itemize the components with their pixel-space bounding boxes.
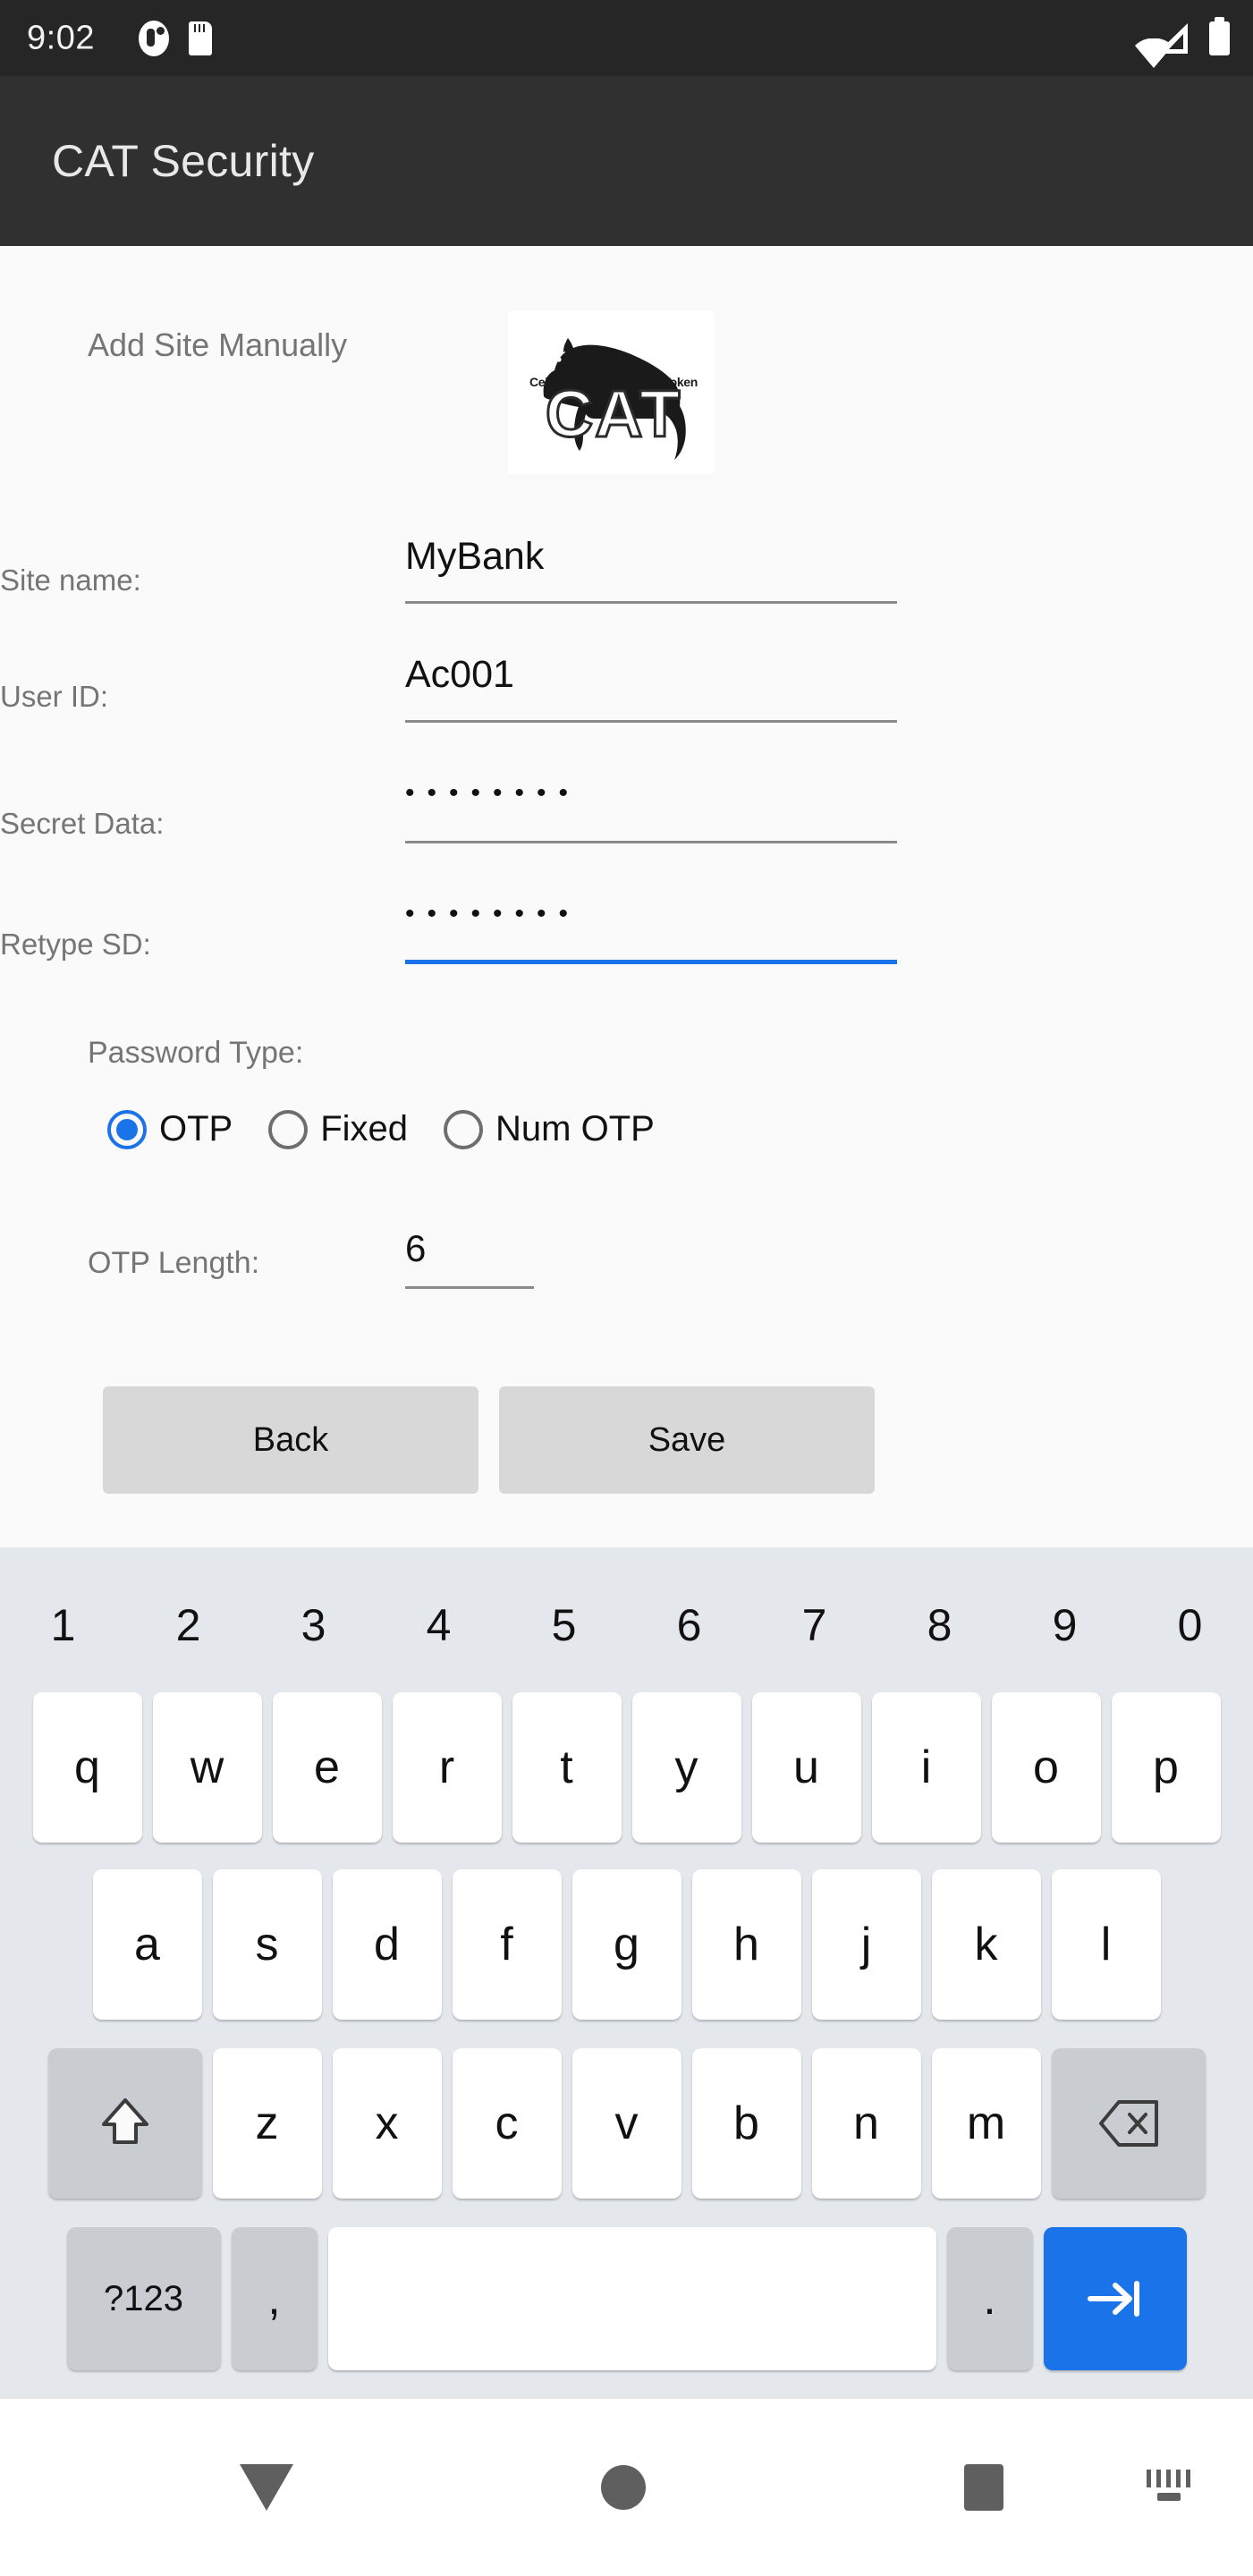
key-y[interactable]: y (631, 1692, 741, 1843)
key-1[interactable]: 1 (1, 1579, 126, 1673)
back-button[interactable]: Back (103, 1386, 478, 1494)
space-key[interactable] (327, 2227, 936, 2370)
key-f[interactable]: f (452, 1869, 562, 2020)
save-button[interactable]: Save (499, 1386, 875, 1494)
underline-user-id (405, 720, 897, 723)
label-retype-sd: Retype SD: (0, 928, 151, 961)
switch-keyboard-icon[interactable] (1147, 2470, 1193, 2505)
key-l[interactable]: l (1051, 1869, 1161, 2020)
next-arrow-icon[interactable] (1043, 2227, 1187, 2370)
shift-icon[interactable] (47, 2048, 202, 2199)
key-5[interactable]: 5 (502, 1579, 627, 1673)
key-t[interactable]: t (512, 1692, 622, 1843)
recents-icon[interactable] (964, 2464, 1003, 2511)
key-8[interactable]: 8 (877, 1579, 1003, 1673)
app-screen: 9:02 CAT Security Add Site Manually Cell… (0, 0, 1253, 2576)
key-g[interactable]: g (571, 1869, 682, 2020)
on-screen-keyboard: 1 2 3 4 5 6 7 8 9 0 q w e r t y u i o p … (0, 1547, 1253, 2397)
status-bar-left-icons (139, 20, 212, 56)
sd-card-icon (189, 21, 212, 55)
radio-circle-fixed[interactable] (268, 1109, 309, 1149)
cat-logo: Cellular Authentication Token CAT (508, 311, 714, 474)
keyboard-bottom-row: ?123 , . (0, 2227, 1253, 2370)
underline-otp-length (405, 1286, 534, 1289)
radio-group-password-type: OTP Fixed Num OTP (107, 1109, 690, 1149)
label-password-type: Password Type: (88, 1036, 304, 1070)
key-2[interactable]: 2 (126, 1579, 251, 1673)
radio-label-num-otp: Num OTP (495, 1109, 655, 1148)
symbols-key[interactable]: ?123 (66, 2227, 221, 2370)
key-9[interactable]: 9 (1003, 1579, 1128, 1673)
key-p[interactable]: p (1111, 1692, 1221, 1843)
underline-site-name (405, 601, 897, 604)
input-secret-data[interactable]: •••••••• (405, 778, 580, 809)
radio-circle-num-otp[interactable] (444, 1109, 484, 1149)
underline-secret-data (405, 841, 897, 843)
input-user-id[interactable]: Ac001 (405, 653, 514, 697)
svg-text:CAT: CAT (546, 377, 682, 451)
comma-key[interactable]: , (231, 2227, 317, 2370)
key-r[interactable]: r (392, 1692, 502, 1843)
key-n[interactable]: n (811, 2048, 921, 2199)
period-key[interactable]: . (946, 2227, 1033, 2370)
radio-option-fixed[interactable]: Fixed (268, 1109, 408, 1149)
radio-label-fixed: Fixed (320, 1109, 409, 1148)
key-0[interactable]: 0 (1128, 1579, 1253, 1673)
section-title: Add Site Manually (88, 326, 348, 363)
status-bar: 9:02 (0, 0, 1253, 76)
home-icon[interactable] (601, 2465, 646, 2510)
status-bar-clock: 9:02 (27, 19, 95, 56)
key-q[interactable]: q (32, 1692, 142, 1843)
keyboard-number-row: 1 2 3 4 5 6 7 8 9 0 (0, 1579, 1253, 1673)
label-otp-length: OTP Length: (88, 1246, 260, 1280)
radio-circle-otp[interactable] (107, 1109, 147, 1149)
key-e[interactable]: e (272, 1692, 382, 1843)
key-h[interactable]: h (691, 1869, 801, 2020)
navigation-bar (0, 2397, 1253, 2576)
key-k[interactable]: k (931, 1869, 1041, 2020)
radio-option-num-otp[interactable]: Num OTP (444, 1109, 655, 1149)
key-a[interactable]: a (92, 1869, 202, 2020)
cellular-signal-icon (1154, 21, 1190, 55)
key-b[interactable]: b (691, 2048, 801, 2199)
key-d[interactable]: d (332, 1869, 442, 2020)
backspace-icon[interactable] (1051, 2048, 1206, 2199)
key-o[interactable]: o (991, 1692, 1101, 1843)
app-bar: CAT Security (0, 76, 1253, 246)
key-j[interactable]: j (811, 1869, 921, 2020)
key-v[interactable]: v (571, 2048, 682, 2199)
input-retype-sd[interactable]: •••••••• (405, 899, 580, 929)
clock-icon (139, 20, 169, 56)
key-7[interactable]: 7 (752, 1579, 877, 1673)
radio-option-otp[interactable]: OTP (107, 1109, 233, 1149)
status-bar-right-icons (1134, 16, 1230, 68)
collapse-keyboard-icon[interactable] (240, 2464, 293, 2511)
label-site-name: Site name: (0, 564, 141, 597)
battery-icon (1209, 16, 1230, 55)
key-i[interactable]: i (871, 1692, 981, 1843)
key-m[interactable]: m (931, 2048, 1041, 2199)
key-u[interactable]: u (751, 1692, 861, 1843)
input-site-name[interactable]: MyBank (405, 535, 544, 579)
app-title: CAT Security (52, 136, 315, 186)
label-user-id: User ID: (0, 680, 109, 713)
keyboard-row-asdf: a s d f g h j k l (0, 1869, 1253, 2020)
keyboard-row-qwerty: q w e r t y u i o p (0, 1692, 1253, 1843)
key-w[interactable]: w (152, 1692, 262, 1843)
label-secret-data: Secret Data: (0, 807, 165, 840)
key-3[interactable]: 3 (251, 1579, 377, 1673)
key-s[interactable]: s (212, 1869, 322, 2020)
input-otp-length[interactable]: 6 (405, 1227, 426, 1270)
key-4[interactable]: 4 (377, 1579, 502, 1673)
keyboard-row-zxcv: z x c v b n m (0, 2048, 1253, 2199)
key-z[interactable]: z (212, 2048, 322, 2199)
key-c[interactable]: c (452, 2048, 562, 2199)
radio-label-otp: OTP (159, 1109, 233, 1148)
key-6[interactable]: 6 (627, 1579, 752, 1673)
key-x[interactable]: x (332, 2048, 442, 2199)
underline-retype-sd (405, 960, 897, 964)
